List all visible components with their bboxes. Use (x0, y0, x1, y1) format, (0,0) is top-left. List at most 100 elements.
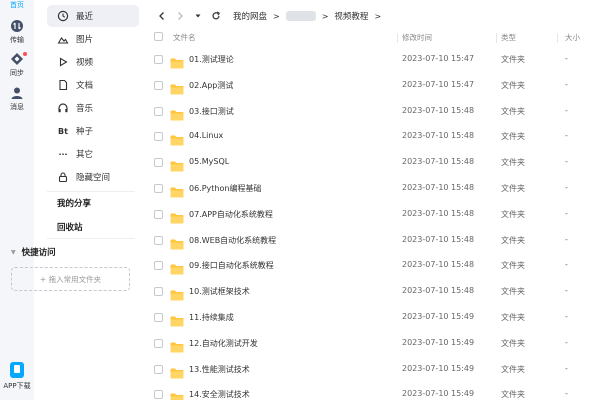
rail-transfer-label: 传输 (10, 36, 24, 44)
header-type[interactable]: 类型 (501, 32, 516, 43)
table-row[interactable]: 14.安全测试技术 2023-07-10 15:49 文件夹 - (145, 382, 600, 400)
header-filename[interactable]: 文件名 (173, 32, 196, 43)
table-row[interactable]: 10.测试框架技术 2023-07-10 15:48 文件夹 - (145, 279, 600, 305)
file-name[interactable]: 14.安全测试技术 (189, 389, 250, 400)
row-checkbox[interactable] (154, 338, 163, 348)
sidebar-item-videos[interactable]: 视频 (47, 51, 139, 73)
file-type: 文件夹 (501, 235, 525, 245)
sidebar-item-images[interactable]: 图片 (47, 28, 139, 50)
modified-time: 2023-07-10 15:49 (402, 363, 475, 373)
headphones-icon (58, 103, 68, 113)
refresh-button[interactable] (209, 9, 223, 23)
sidebar-item-music[interactable]: 音乐 (47, 97, 139, 119)
file-type: 文件夹 (501, 390, 525, 400)
header-modified[interactable]: 修改时间 (402, 32, 432, 43)
file-name[interactable]: 01.测试理论 (189, 54, 234, 65)
app-download-button[interactable]: APP下载 (0, 362, 34, 391)
file-name[interactable]: 09.接口自动化系统教程 (189, 260, 274, 271)
file-size: - (565, 234, 568, 244)
sidebar-item-other[interactable]: ··· 其它 (47, 143, 139, 165)
breadcrumb-current[interactable]: 视频教程 (334, 10, 368, 22)
breadcrumb-separator: > (374, 11, 382, 21)
table-row[interactable]: 01.测试理论 2023-07-10 15:47 文件夹 - (145, 47, 600, 73)
file-name[interactable]: 07.APP自动化系统教程 (189, 209, 273, 220)
file-name[interactable]: 02.App测试 (189, 80, 233, 91)
my-share-link[interactable]: 我的分享 (57, 197, 91, 209)
row-checkbox[interactable] (154, 158, 163, 168)
folder-icon (170, 183, 184, 198)
table-row[interactable]: 02.App测试 2023-07-10 15:47 文件夹 - (145, 73, 600, 99)
table-row[interactable]: 08.WEB自动化系统教程 2023-07-10 15:48 文件夹 - (145, 228, 600, 254)
table-row[interactable]: 12.自动化测试开发 2023-07-10 15:49 文件夹 - (145, 331, 600, 357)
folder-icon (170, 131, 184, 146)
toolbar: 我的网盘 > > 视频教程 > (145, 0, 600, 32)
file-size: - (565, 54, 568, 63)
sidebar-item-recent[interactable]: 最近 (47, 5, 139, 27)
folder-icon (170, 235, 184, 250)
breadcrumb-root[interactable]: 我的网盘 (233, 10, 267, 22)
row-checkbox[interactable] (154, 184, 163, 193)
table-row[interactable]: 07.APP自动化系统教程 2023-07-10 15:48 文件夹 - (145, 202, 600, 228)
file-type: 文件夹 (501, 132, 525, 142)
modified-time: 2023-07-10 15:48 (402, 105, 475, 115)
sidebar-item-documents[interactable]: 文档 (47, 74, 139, 96)
chevron-left-icon (159, 12, 164, 20)
row-checkbox[interactable] (154, 132, 163, 142)
table-row[interactable]: 06.Python编程基础 2023-07-10 15:48 文件夹 - (145, 176, 600, 202)
row-checkbox[interactable] (154, 364, 163, 374)
file-type: 文件夹 (501, 338, 525, 348)
row-checkbox[interactable] (154, 287, 163, 297)
table-row[interactable]: 04.Linux 2023-07-10 15:48 文件夹 - (145, 124, 600, 150)
row-checkbox[interactable] (154, 209, 163, 219)
header-size[interactable]: 大小 (565, 32, 580, 43)
table-row[interactable]: 13.性能测试技术 2023-07-10 15:49 文件夹 - (145, 357, 600, 383)
table-row[interactable]: 05.MySQL 2023-07-10 15:48 文件夹 - (145, 150, 600, 176)
image-icon (57, 37, 69, 44)
sidebar-divider (47, 191, 135, 192)
forward-button[interactable] (173, 9, 187, 23)
modified-time: 2023-07-10 15:48 (402, 157, 475, 167)
rail-item-transfer[interactable]: 传输 (0, 19, 34, 45)
modified-time: 2023-07-10 15:49 (402, 312, 475, 321)
select-all-checkbox[interactable] (154, 32, 163, 41)
file-name[interactable]: 11.持续集成 (189, 312, 234, 323)
file-name[interactable]: 12.自动化测试开发 (189, 338, 258, 349)
history-dropdown[interactable] (191, 9, 205, 23)
file-name[interactable]: 13.性能测试技术 (189, 364, 250, 375)
file-name[interactable]: 05.MySQL (189, 157, 229, 166)
row-checkbox[interactable] (154, 55, 163, 64)
file-name[interactable]: 08.WEB自动化系统教程 (189, 235, 276, 246)
row-checkbox[interactable] (154, 106, 163, 116)
sidebar-label-other: 其它 (76, 150, 94, 160)
transfer-icon (11, 20, 23, 32)
file-size: - (565, 131, 568, 141)
file-name[interactable]: 04.Linux (189, 131, 223, 140)
row-checkbox[interactable] (154, 261, 163, 271)
recycle-bin-link[interactable]: 回收站 (57, 221, 83, 233)
row-checkbox[interactable] (154, 313, 163, 322)
drop-folder-zone[interactable]: + 拖入常用文件夹 (11, 267, 130, 291)
row-checkbox[interactable] (154, 235, 163, 245)
table-row[interactable]: 11.持续集成 2023-07-10 15:49 文件夹 - (145, 305, 600, 331)
file-name[interactable]: 06.Python编程基础 (189, 183, 261, 194)
table-row[interactable]: 03.接口测试 2023-07-10 15:48 文件夹 - (145, 99, 600, 125)
breadcrumb-blurred-folder[interactable] (285, 11, 316, 21)
file-name[interactable]: 03.接口测试 (189, 106, 234, 117)
row-checkbox[interactable] (154, 390, 163, 400)
more-icon: ··· (58, 149, 68, 159)
rail-item-message[interactable]: 消息 (0, 86, 34, 112)
file-type: 文件夹 (501, 364, 525, 374)
video-icon (59, 57, 68, 67)
file-type: 文件夹 (501, 287, 525, 297)
row-checkbox[interactable] (154, 80, 163, 90)
quick-access-header[interactable]: ▼ 快捷访问 (11, 246, 56, 258)
sidebar-item-hidden-space[interactable]: 隐藏空间 (47, 166, 139, 188)
rail-item-home[interactable]: 首页 (0, 0, 34, 10)
back-button[interactable] (155, 9, 169, 23)
sidebar-item-torrents[interactable]: Bt 种子 (47, 120, 139, 142)
file-name[interactable]: 10.测试框架技术 (189, 286, 250, 297)
table-row[interactable]: 09.接口自动化系统教程 2023-07-10 15:48 文件夹 - (145, 253, 600, 279)
rail-item-sync[interactable]: 同步 (0, 52, 34, 78)
sidebar-label-documents: 文档 (76, 81, 94, 91)
modified-time: 2023-07-10 15:48 (402, 131, 475, 141)
